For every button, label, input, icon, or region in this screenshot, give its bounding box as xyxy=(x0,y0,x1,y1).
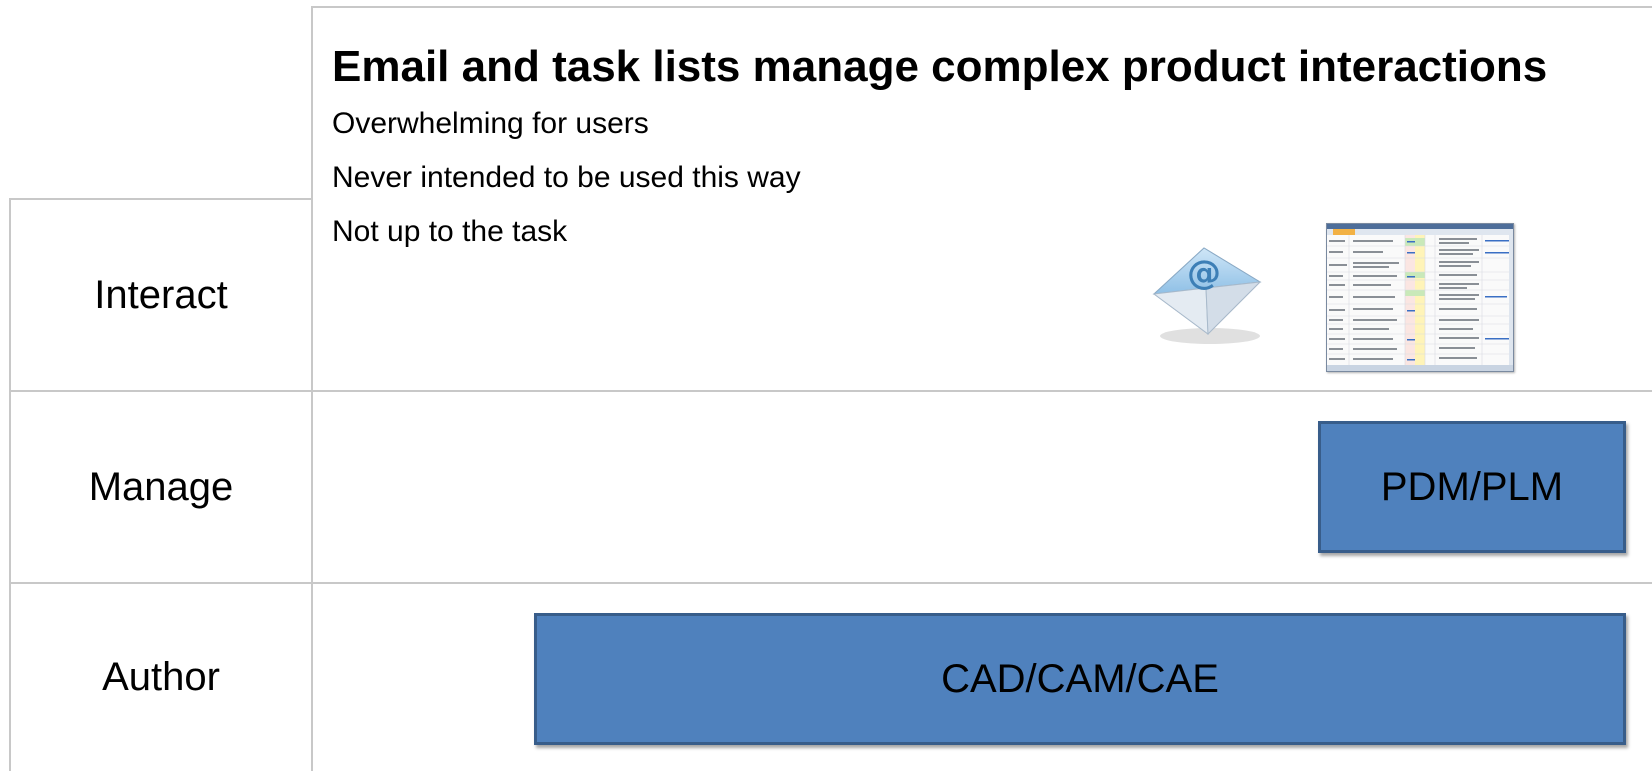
row-label-manage: Manage xyxy=(88,464,234,509)
svg-text:@: @ xyxy=(1187,253,1221,293)
bullet-overwhelming: Overwhelming for users xyxy=(332,107,649,140)
email-envelope-icon: @ xyxy=(1152,247,1262,344)
row-label-author: Author xyxy=(102,655,220,699)
bullet-never-intended: Never intended to be used this way xyxy=(332,161,801,194)
slide-title: Email and task lists manage complex prod… xyxy=(332,42,1548,91)
task-list-spreadsheet-icon xyxy=(1326,223,1514,372)
pdm-plm-box: PDM/PLM xyxy=(1318,421,1626,553)
row-label-interact: Interact xyxy=(94,272,228,317)
bullet-not-up-to-task: Not up to the task xyxy=(332,215,568,248)
grid-line-top xyxy=(312,6,1652,8)
cad-cam-cae-box: CAD/CAM/CAE xyxy=(534,613,1626,745)
